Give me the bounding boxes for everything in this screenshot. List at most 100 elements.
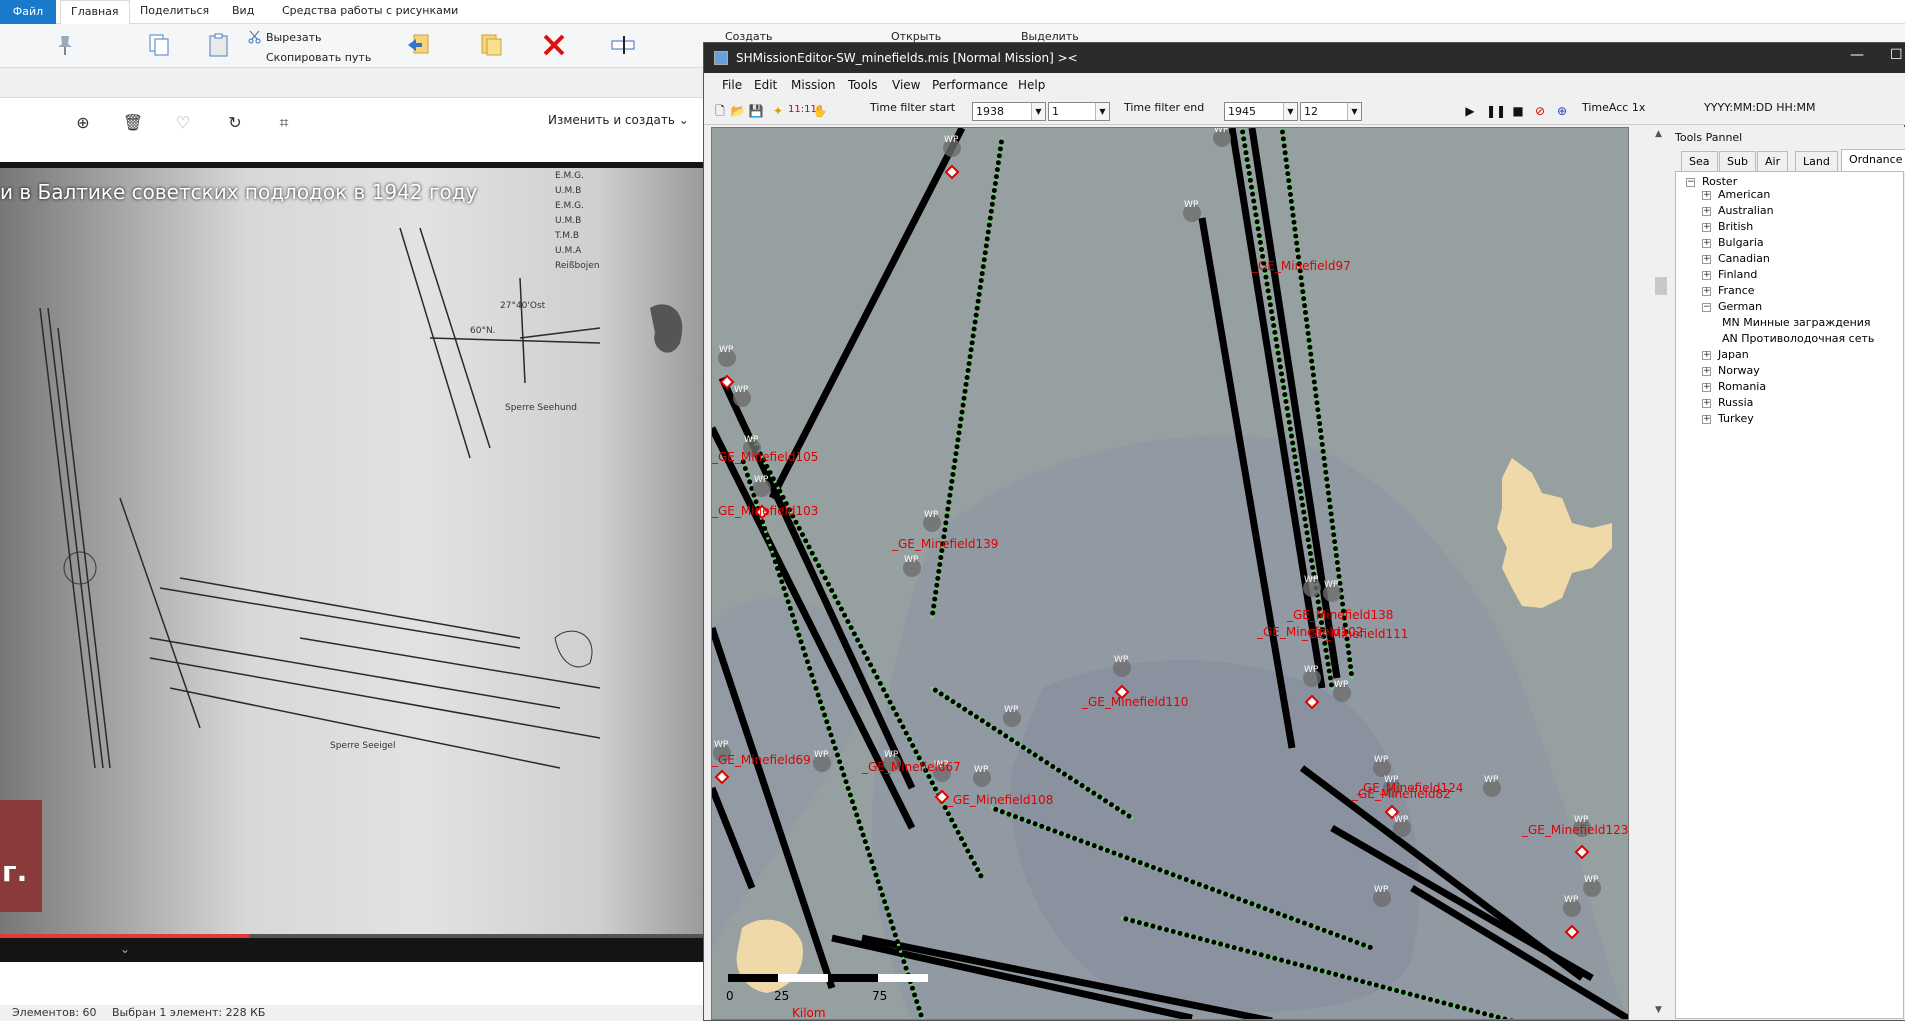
hand-pan-icon[interactable]: ✋ — [812, 103, 828, 119]
menu-mission[interactable]: Mission — [791, 78, 835, 92]
tree-item-norway[interactable]: Norway — [1718, 364, 1760, 377]
pin-icon[interactable] — [52, 32, 78, 58]
mission-map[interactable]: WP WP WP WP WP WP WP WP WP WP WP WP WP WP WP WP WP WP WP WP… — [711, 127, 1629, 1020]
paste-icon[interactable] — [206, 32, 232, 58]
editor-titlebar[interactable]: SHMissionEditor-SW_minefields.mis [Norma… — [704, 43, 1905, 73]
tree-item-finland[interactable]: Finland — [1718, 268, 1757, 281]
expand-icon[interactable]: + — [1702, 383, 1711, 392]
stop-icon[interactable]: ■ — [1510, 103, 1526, 119]
tree-subitem-an[interactable]: AN Противолодочная сеть — [1722, 332, 1874, 345]
menu-performance[interactable]: Performance — [932, 78, 1008, 92]
copy-to-icon[interactable] — [478, 32, 504, 58]
record-icon[interactable]: ⊘ — [1532, 103, 1548, 119]
start-month-select[interactable]: 1 ▼ — [1048, 102, 1110, 121]
minefield-label[interactable]: _GE_Minefield69 — [712, 753, 811, 767]
compass-icon[interactable]: ⊕ — [1554, 103, 1570, 119]
tree-item-bulgaria[interactable]: Bulgaria — [1718, 236, 1764, 249]
scrollbar-thumb[interactable] — [1655, 277, 1667, 295]
expand-icon[interactable]: + — [1702, 271, 1711, 280]
magic-wand-icon[interactable]: ✦ — [770, 103, 786, 119]
tab-sub[interactable]: Sub — [1719, 151, 1756, 171]
cut-label[interactable]: Вырезать — [266, 31, 321, 44]
map-canvas[interactable]: WP WP WP WP WP WP WP WP WP WP WP WP WP WP WP WP WP WP WP WP… — [712, 128, 1629, 1020]
scroll-up-icon[interactable]: ▲ — [1655, 129, 1662, 139]
minefield-label[interactable]: _GE_Minefield138 — [1286, 608, 1393, 622]
copy-path-label[interactable]: Скопировать путь — [266, 51, 371, 64]
maximize-icon[interactable]: ☐ — [1890, 47, 1903, 63]
progress-bar[interactable] — [0, 934, 705, 938]
tree-item-american[interactable]: American — [1718, 188, 1770, 201]
save-icon[interactable]: 💾 — [748, 103, 764, 119]
menu-tools[interactable]: Tools — [848, 78, 878, 92]
open-folder-icon[interactable]: 📂 — [730, 103, 746, 119]
expand-icon[interactable]: + — [1702, 223, 1711, 232]
zoom-in-icon[interactable]: ⊕ — [72, 112, 94, 134]
tab-picture-tools[interactable]: Средства работы с рисунками — [282, 4, 458, 17]
copy-icon[interactable] — [146, 32, 172, 58]
expand-icon[interactable]: + — [1702, 367, 1711, 376]
minefield-label[interactable]: _GE_Minefield82 — [1351, 787, 1451, 801]
delete-icon[interactable] — [541, 32, 567, 58]
new-file-icon[interactable]: 🗋 — [712, 103, 728, 119]
roster-tree[interactable]: − Roster + American + Australian + British + Bu… — [1675, 171, 1904, 1019]
tree-item-canadian[interactable]: Canadian — [1718, 252, 1770, 265]
tree-subitem-mn[interactable]: MN Минные заграждения — [1722, 316, 1871, 329]
tree-item-british[interactable]: British — [1718, 220, 1753, 233]
tree-item-turkey[interactable]: Turkey — [1718, 412, 1754, 425]
minefield-label[interactable]: _GE_Minefield111 — [1301, 627, 1408, 641]
minefield-label[interactable]: _GE_Minefield105 — [712, 450, 818, 464]
end-year-select[interactable]: 1945 ▼ — [1224, 102, 1298, 121]
rotate-icon[interactable]: ↻ — [224, 112, 246, 134]
minefield-label[interactable]: _GE_Minefield139 — [891, 537, 998, 551]
minefield-label[interactable]: _GE_Minefield108 — [946, 793, 1053, 807]
tab-land[interactable]: Land — [1795, 151, 1838, 171]
minefield-label[interactable]: _GE_Minefield67 — [861, 760, 961, 774]
address-bar[interactable] — [0, 68, 705, 98]
move-to-icon[interactable] — [406, 32, 432, 58]
tree-item-romania[interactable]: Romania — [1718, 380, 1766, 393]
menu-file[interactable]: File — [722, 78, 742, 92]
tab-share[interactable]: Поделиться — [140, 4, 209, 17]
minefield-line[interactable] — [768, 128, 966, 500]
expand-icon[interactable]: + — [1702, 239, 1711, 248]
expand-icon[interactable]: + — [1702, 191, 1711, 200]
tree-item-australian[interactable]: Australian — [1718, 204, 1774, 217]
minefield-label[interactable]: _GE_Minefield97 — [1251, 259, 1351, 273]
tree-item-japan[interactable]: Japan — [1718, 348, 1749, 361]
start-year-select[interactable]: 1938 ▼ — [972, 102, 1046, 121]
minefield-label[interactable]: _GE_Minefield110 — [1081, 695, 1188, 709]
end-month-select[interactable]: 12 ▼ — [1300, 102, 1362, 121]
expand-icon[interactable]: + — [1702, 287, 1711, 296]
tab-air[interactable]: Air — [1757, 151, 1789, 171]
expand-icon[interactable]: + — [1702, 399, 1711, 408]
collapse-icon[interactable]: − — [1702, 303, 1711, 312]
minimize-icon[interactable]: — — [1850, 47, 1864, 63]
crop-icon[interactable]: ⌗ — [273, 112, 295, 134]
minefield-label[interactable]: _GE_Minefield123 — [1521, 823, 1628, 837]
tab-file[interactable]: Файл — [0, 0, 56, 24]
tree-item-german[interactable]: German — [1718, 300, 1762, 313]
scroll-down-icon[interactable]: ▼ — [1655, 1005, 1662, 1015]
pause-icon[interactable]: ❚❚ — [1486, 103, 1506, 119]
expand-icon[interactable]: + — [1702, 207, 1711, 216]
minefield-anchor-icon[interactable] — [944, 164, 960, 180]
expand-icon[interactable]: + — [1702, 255, 1711, 264]
expand-icon[interactable]: + — [1702, 415, 1711, 424]
menu-view[interactable]: View — [892, 78, 920, 92]
tree-item-russia[interactable]: Russia — [1718, 396, 1753, 409]
tree-root[interactable]: Roster — [1702, 175, 1737, 188]
menu-help[interactable]: Help — [1018, 78, 1045, 92]
menu-edit[interactable]: Edit — [754, 78, 777, 92]
trash-icon[interactable]: 🗑 — [122, 112, 144, 134]
collapse-icon[interactable]: − — [1686, 178, 1695, 187]
tab-sea[interactable]: Sea — [1681, 151, 1718, 171]
map-vertical-scrollbar[interactable]: ▲ ▼ — [1651, 127, 1671, 1020]
tree-item-france[interactable]: France — [1718, 284, 1755, 297]
tab-home[interactable]: Главная — [60, 0, 130, 25]
chevron-down-icon[interactable]: ⌄ — [120, 942, 130, 956]
heart-icon[interactable]: ♡ — [172, 112, 194, 134]
tab-ordnance[interactable]: Ordnance — [1841, 149, 1905, 172]
minefield-label[interactable]: _GE_Minefield103 — [712, 504, 818, 518]
rename-icon[interactable] — [610, 32, 636, 58]
edit-create-button[interactable]: Изменить и создать ⌄ — [548, 113, 689, 127]
